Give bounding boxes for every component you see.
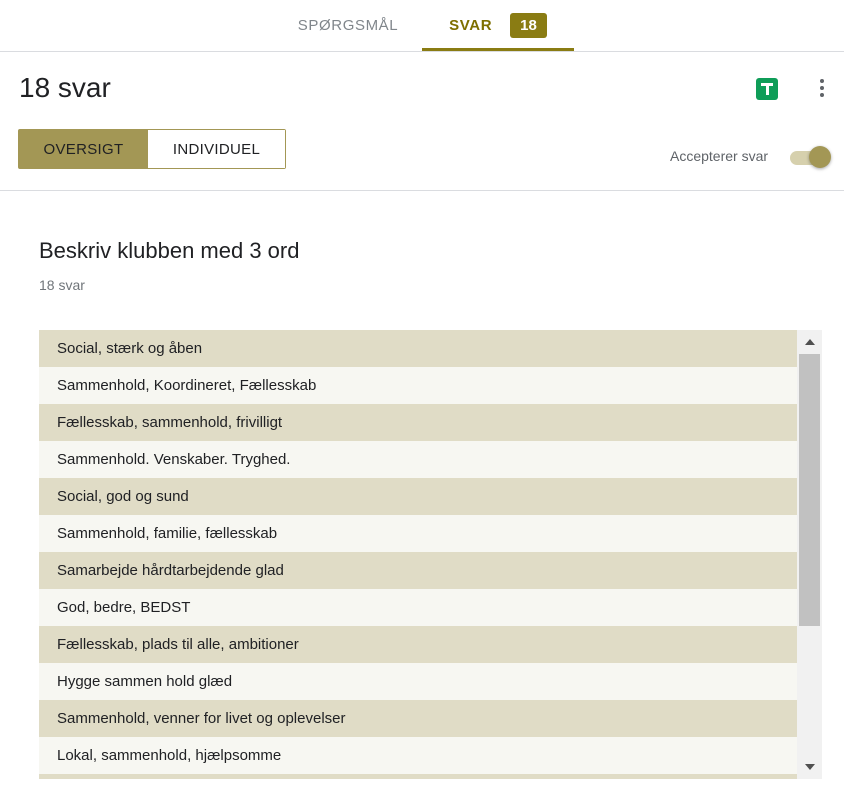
answer-row: Fællesskab, sammenhold, frivilligt xyxy=(39,404,797,441)
more-vert-icon[interactable] xyxy=(810,76,834,100)
tab-responses-label: SVAR xyxy=(449,17,493,34)
question-response-count: 18 svar xyxy=(39,277,85,293)
answer-row: Fællesskab, plads til alle, ambitioner xyxy=(39,626,797,663)
answer-row: God, bedre, BEDST xyxy=(39,589,797,626)
top-tab-bar: SPØRGSMÅL SVAR 18 xyxy=(0,0,844,52)
answers-list: Social, stærk og åben Sammenhold, Koordi… xyxy=(39,330,797,779)
answers-scrollbar[interactable] xyxy=(797,330,822,779)
summary-view-button[interactable]: OVERSIGT xyxy=(19,130,148,168)
answer-row: Lokal, sammenhold, hjælpsomme xyxy=(39,737,797,774)
answer-row xyxy=(39,774,797,779)
scrollbar-thumb[interactable] xyxy=(799,354,820,626)
scroll-down-arrow-icon[interactable] xyxy=(797,755,822,779)
answer-row: Sammenhold. Venskaber. Tryghed. xyxy=(39,441,797,478)
tab-responses[interactable]: SVAR 18 xyxy=(422,0,574,51)
responses-count-badge: 18 xyxy=(510,13,547,38)
accepting-responses-toggle[interactable] xyxy=(788,146,832,168)
answer-row: Hygge sammen hold glæd xyxy=(39,663,797,700)
question-title: Beskriv klubben med 3 ord xyxy=(39,238,300,263)
responses-summary-title: 18 svar xyxy=(19,72,111,103)
answer-row: Sammenhold, familie, fællesskab xyxy=(39,515,797,552)
answer-row: Social, stærk og åben xyxy=(39,330,797,367)
header-divider xyxy=(0,190,844,191)
tab-questions-label: SPØRGSMÅL xyxy=(297,17,399,34)
answer-row: Sammenhold, Koordineret, Fællesskab xyxy=(39,367,797,404)
tab-questions[interactable]: SPØRGSMÅL xyxy=(280,0,416,51)
answer-row: Social, god og sund xyxy=(39,478,797,515)
accepting-responses-label: Accepterer svar xyxy=(670,148,769,164)
toggle-knob xyxy=(809,146,831,168)
google-sheets-icon[interactable] xyxy=(756,78,778,100)
answer-row: Samarbejde hårdtarbejdende glad xyxy=(39,552,797,589)
individual-view-button[interactable]: INDIVIDUEL xyxy=(148,130,285,168)
scroll-up-arrow-icon[interactable] xyxy=(797,330,822,354)
active-tab-indicator xyxy=(422,48,574,51)
answer-row: Sammenhold, venner for livet og oplevels… xyxy=(39,700,797,737)
view-switch: OVERSIGT INDIVIDUEL xyxy=(18,129,286,169)
